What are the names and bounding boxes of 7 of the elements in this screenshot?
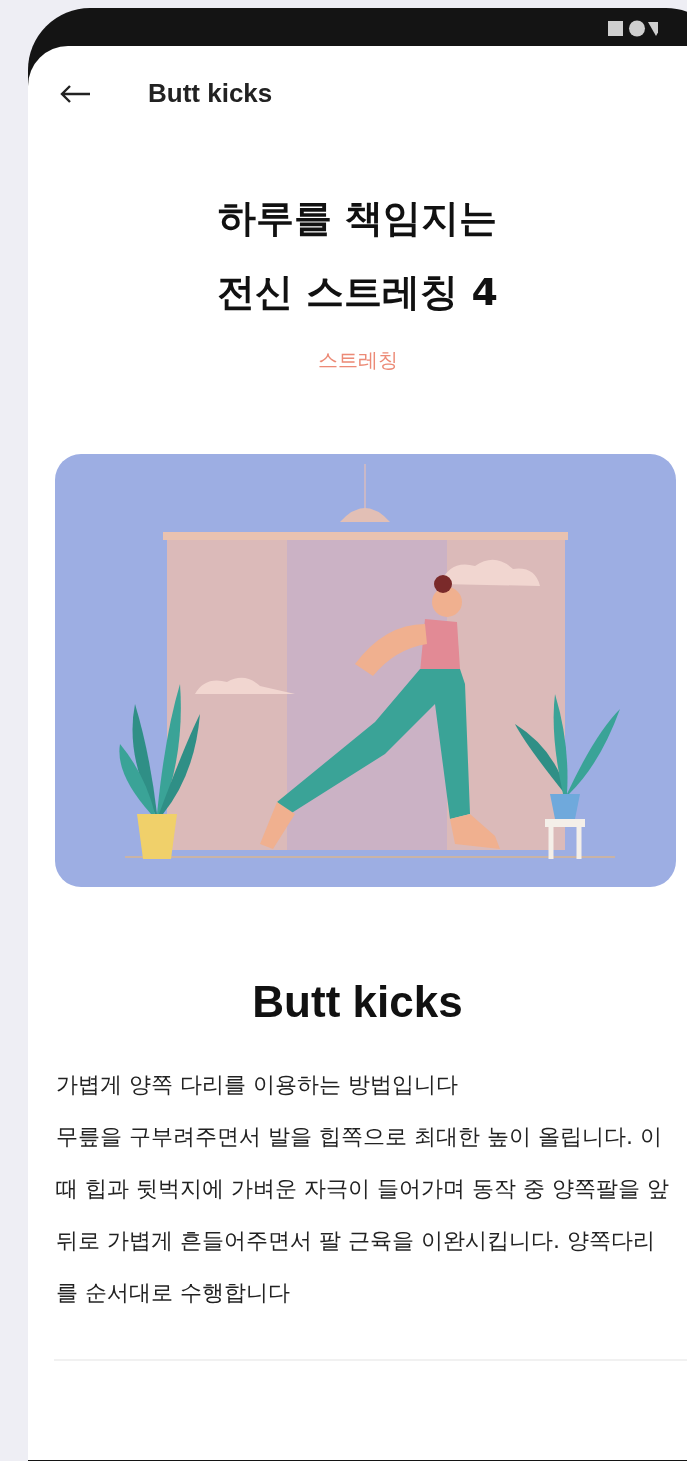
screen-title: Butt kicks — [148, 78, 273, 109]
status-icons — [608, 20, 658, 38]
back-arrow-icon[interactable] — [59, 83, 91, 104]
category-label: 스트레칭 — [316, 347, 399, 374]
routine-title: 하루를 책임지는 전신 스트레칭 4 — [216, 195, 499, 316]
exercise-description: 가볍게 양쪽 다리를 이용하는 방법입니다 무릎을 구부려주면서 발을 힙쪽으로 최대한 높이 올립니다. 이때 힙과 뒷벅지에 가벼운 자극이 들어가며 동작 중 양쪽팔을 앞뒤로 가볍게 흔들어주면서 팔 근육을 이완시킵니다. 양쪽다리를 순서대로 수행합니다 — [56, 1071, 670, 1307]
exercise-name: Butt kicks — [251, 977, 464, 1027]
